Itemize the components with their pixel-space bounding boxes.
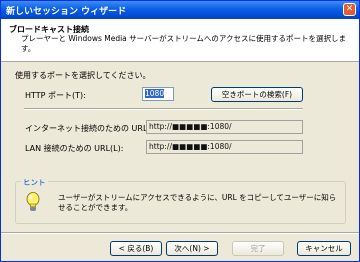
internet-url-value: http://■■■■■:1080/ [149, 122, 232, 131]
wizard-window: 新しいセッション ウィザード ✕ ブロードキャスト接続 プレーヤーと Windo… [0, 0, 360, 262]
header-panel: ブロードキャスト接続 プレーヤーと Windows Media サーバーがストリ… [1, 19, 359, 62]
http-port-label: HTTP ポート(T): [25, 91, 86, 100]
title-bar[interactable]: 新しいセッション ウィザード ✕ [1, 1, 359, 19]
close-icon: ✕ [345, 4, 354, 14]
lan-url-field[interactable]: http://■■■■■:1080/ [146, 140, 303, 154]
next-button[interactable]: 次へ(N) > [166, 241, 218, 256]
internet-url-label: インターネット接続のための URL(I): [25, 124, 159, 133]
find-free-port-button[interactable]: 空きポートの検索(F) [211, 87, 303, 102]
divider [24, 108, 303, 110]
finish-button[interactable]: 完了 [232, 241, 284, 256]
http-port-input[interactable]: 1080 [142, 87, 174, 101]
footer-divider [1, 232, 359, 234]
window-title: 新しいセッション ウィザード [6, 7, 127, 17]
lan-url-label: LAN 接続のための URL(L): [25, 144, 124, 153]
hint-legend: ヒント [21, 177, 48, 188]
lan-url-value: http://■■■■■:1080/ [149, 142, 232, 151]
page-description: プレーヤーと Windows Media サーバーがストリームへのアクセスに使用… [21, 34, 346, 53]
close-button[interactable]: ✕ [343, 3, 356, 16]
http-port-value: 1080 [145, 89, 165, 98]
instruction-text: 使用するポートを選択してください。 [15, 71, 151, 80]
cancel-button[interactable]: キャンセル [297, 241, 351, 256]
lightbulb-icon [26, 192, 40, 211]
back-button[interactable]: < 戻る(B) [110, 241, 162, 256]
hint-text: ユーザーがストリームにアクセスできるように、URL をコピーしてユーザーに知らせ… [58, 193, 337, 212]
internet-url-field[interactable]: http://■■■■■:1080/ [146, 120, 303, 134]
